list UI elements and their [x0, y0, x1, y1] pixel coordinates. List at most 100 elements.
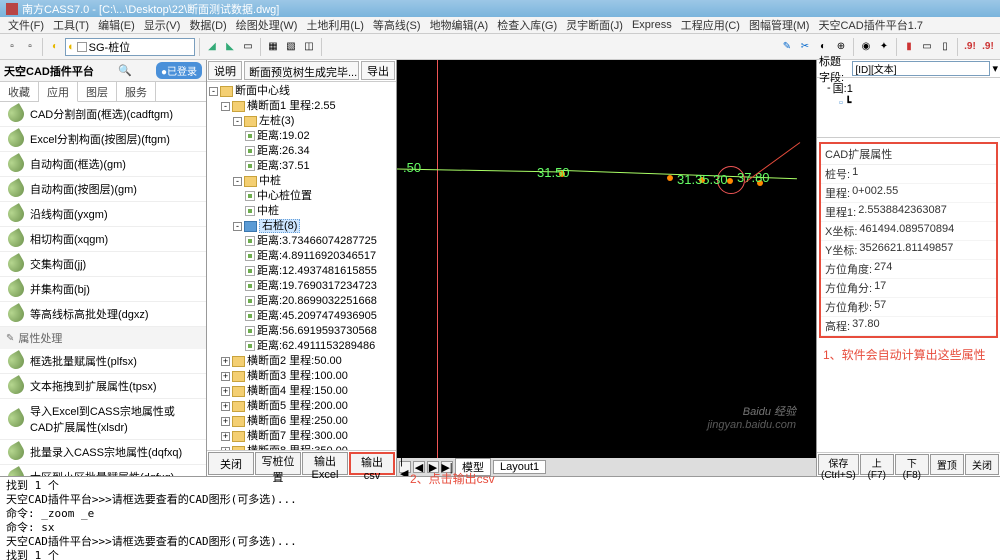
drawing-canvas[interactable]: .5031.5031.35.3037.80 Baidu 经验 jingyan.b…: [397, 60, 816, 476]
menu-item[interactable]: Express: [628, 19, 676, 31]
sidebar-item[interactable]: 自动构面(按图层)(gm): [0, 177, 206, 202]
tree-action-button[interactable]: 输出Excel: [302, 452, 348, 475]
tree-node[interactable]: -中桩: [209, 174, 394, 189]
tool-icon[interactable]: ▧: [283, 39, 299, 55]
toggle-icon[interactable]: -: [209, 87, 218, 96]
right-action-button[interactable]: 下(F8): [895, 454, 929, 475]
menu-item[interactable]: 天空CAD插件平台1.7: [814, 17, 927, 33]
tree-node[interactable]: 距离:3.7346607428772​5: [209, 234, 394, 249]
toggle-icon[interactable]: +: [221, 387, 230, 396]
tree-node[interactable]: -左桩(3): [209, 114, 394, 129]
command-line[interactable]: 找到 1 个 天空CAD插件平台>>>请框选要查看的CAD图形(可多选)... …: [0, 476, 1000, 560]
tool-icon[interactable]: ◣: [222, 39, 238, 55]
explain-button[interactable]: 说明: [208, 61, 242, 80]
toggle-icon[interactable]: +: [221, 402, 230, 411]
collapse-icon[interactable]: -: [827, 82, 831, 94]
menu-item[interactable]: 检查入库(G): [493, 17, 561, 33]
sidebar-item[interactable]: 大区到小区批量赋属性(dqfxq): [0, 465, 206, 476]
menu-item[interactable]: 文件(F): [4, 17, 48, 33]
tree-node[interactable]: 距离:62.491115328948​6: [209, 339, 394, 354]
section-tree[interactable]: -断面中心线-横断面1 里程:2.55-左桩(3)距离:19.02距离:26.3…: [207, 82, 396, 450]
right-action-button[interactable]: 关闭: [965, 454, 999, 475]
toggle-icon[interactable]: -: [221, 102, 230, 111]
sidebar-section[interactable]: ✎属性处理: [0, 327, 206, 349]
tree-action-button[interactable]: 输出csv: [349, 452, 395, 475]
tool-icon[interactable]: ▦: [265, 39, 281, 55]
tree-node[interactable]: 中心桩位置: [209, 189, 394, 204]
sidebar-item[interactable]: 交集构面(jj): [0, 252, 206, 277]
layer-combo[interactable]: ◐ SG-桩位: [65, 38, 195, 56]
menu-item[interactable]: 土地利用(L): [302, 17, 367, 33]
tree-node[interactable]: -右桩(8): [209, 219, 394, 234]
tool-icon[interactable]: ✦: [876, 39, 892, 55]
tree-node[interactable]: +横断面3 里程:100.00: [209, 369, 394, 384]
field-input[interactable]: [852, 61, 990, 76]
toggle-icon[interactable]: +: [221, 357, 230, 366]
toggle-icon[interactable]: -: [233, 222, 242, 231]
search-icon[interactable]: 🔍: [118, 64, 132, 77]
sidebar-item[interactable]: 框选批量赋属性(plfsx): [0, 349, 206, 374]
tree-action-button[interactable]: 关闭: [208, 452, 254, 475]
sidebar-tab[interactable]: 收藏: [0, 82, 39, 101]
toggle-icon[interactable]: -: [233, 117, 242, 126]
tree-node[interactable]: 距离:12.493748161585​5: [209, 264, 394, 279]
sidebar-item[interactable]: 沿线构面(yxgm): [0, 202, 206, 227]
menu-item[interactable]: 编辑(E): [94, 17, 139, 33]
login-badge[interactable]: ●已登录: [156, 62, 202, 79]
sidebar-tab[interactable]: 应用: [39, 82, 78, 102]
menu-item[interactable]: 灵宇断面(J): [562, 17, 627, 33]
tool-icon[interactable]: ✎: [779, 39, 795, 55]
tree-node[interactable]: 距离:19.02: [209, 129, 394, 144]
tree-node[interactable]: 中桩: [209, 204, 394, 219]
tree-node[interactable]: +横断面5 里程:200.00: [209, 399, 394, 414]
id-tree[interactable]: -国:1 ▫┗: [817, 78, 1000, 138]
bulb-icon[interactable]: ◐: [47, 39, 63, 55]
tool-icon[interactable]: .9!: [980, 39, 996, 55]
sidebar-item[interactable]: 导入Excel到CASS宗地属性或CAD扩展属性(xlsdr): [0, 399, 206, 440]
sidebar-item[interactable]: 文本拖拽到扩展属性(tpsx): [0, 374, 206, 399]
right-action-button[interactable]: 置顶: [930, 454, 964, 475]
sidebar-item[interactable]: 等高线标高批处理(dgxz): [0, 302, 206, 327]
toggle-icon[interactable]: +: [221, 432, 230, 441]
tree-node[interactable]: 距离:37.51: [209, 159, 394, 174]
layout-tab[interactable]: Layout1: [493, 460, 546, 474]
tool-icon[interactable]: ▮: [901, 39, 917, 55]
menu-item[interactable]: 工程应用(C): [677, 17, 744, 33]
tree-node[interactable]: -断面中心线: [209, 84, 394, 99]
tree-node[interactable]: -横断面1 里程:2.55: [209, 99, 394, 114]
sidebar-item[interactable]: 自动构面(框选)(gm): [0, 152, 206, 177]
tool-icon[interactable]: ◫: [301, 39, 317, 55]
tool-icon[interactable]: ▯: [937, 39, 953, 55]
tree-node[interactable]: +横断面2 里程:50.00: [209, 354, 394, 369]
toggle-icon[interactable]: -: [233, 177, 242, 186]
right-action-button[interactable]: 保存(Ctrl+S): [818, 454, 859, 475]
tree-node[interactable]: 距离:4.8911692034651​7: [209, 249, 394, 264]
tool-icon[interactable]: ✂: [797, 39, 813, 55]
menu-item[interactable]: 等高线(S): [369, 17, 425, 33]
menu-item[interactable]: 显示(V): [140, 17, 185, 33]
tool-icon[interactable]: ▭: [240, 39, 256, 55]
tool-icon[interactable]: .9!: [962, 39, 978, 55]
tree-node[interactable]: 距离:45.209747493690​5: [209, 309, 394, 324]
tool-icon[interactable]: ◢: [204, 39, 220, 55]
export-button[interactable]: 导出: [361, 61, 395, 80]
sidebar-item[interactable]: 批量录入CASS宗地属性(dqfxq): [0, 440, 206, 465]
menu-item[interactable]: 绘图处理(W): [232, 17, 302, 33]
menu-item[interactable]: 图幅管理(M): [745, 17, 814, 33]
sidebar-tab[interactable]: 图层: [78, 82, 117, 101]
menu-item[interactable]: 地物编辑(A): [426, 17, 493, 33]
sidebar-item[interactable]: CAD分割剖面(框选)(cadftgm): [0, 102, 206, 127]
tree-action-button[interactable]: 写桩位置: [255, 452, 301, 475]
tree-node[interactable]: +横断面4 里程:150.00: [209, 384, 394, 399]
sidebar-item[interactable]: 相切构面(xqgm): [0, 227, 206, 252]
tree-node[interactable]: +横断面6 里程:250.00: [209, 414, 394, 429]
dropdown-icon[interactable]: ▾: [992, 62, 998, 75]
tree-node[interactable]: 距离:26.34: [209, 144, 394, 159]
tool-icon[interactable]: ◉: [858, 39, 874, 55]
tree-node[interactable]: +横断面7 里程:300.00: [209, 429, 394, 444]
open-icon[interactable]: ▫: [22, 39, 38, 55]
sidebar-item[interactable]: 并集构面(bj): [0, 277, 206, 302]
menu-item[interactable]: 工具(T): [49, 17, 93, 33]
tree-node[interactable]: 距离:56.691959373056​8: [209, 324, 394, 339]
tool-icon[interactable]: ▭: [919, 39, 935, 55]
